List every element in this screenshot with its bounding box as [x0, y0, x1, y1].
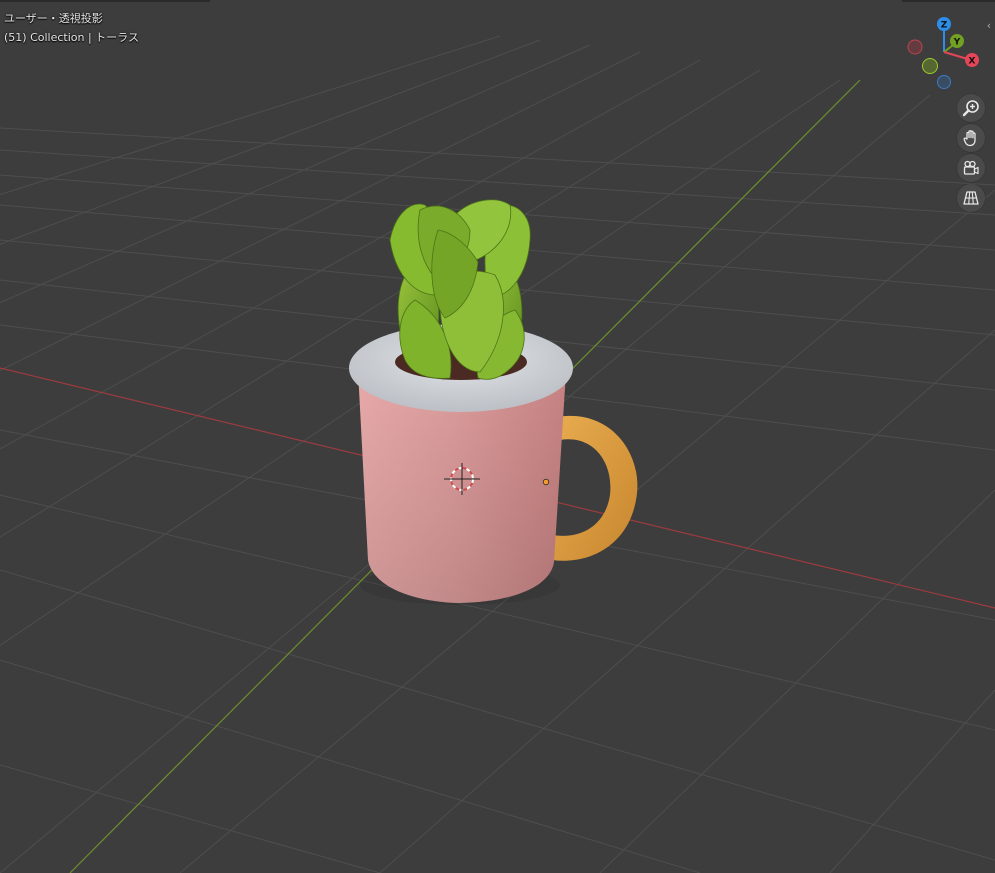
navigation-gizmo[interactable]: Z Y X [905, 14, 985, 94]
gizmo-y-label: Y [953, 38, 961, 48]
camera-view-button[interactable] [957, 154, 985, 182]
3d-viewport[interactable]: ユーザー・透視投影 (51) Collection | トーラス Z Y X ‹ [0, 0, 995, 873]
header-edge-right [902, 0, 995, 2]
hand-icon [963, 130, 976, 147]
gizmo-neg-x[interactable] [907, 39, 923, 55]
succulent-plant[interactable] [389, 199, 531, 380]
sidebar-toggle-button[interactable]: ‹ [983, 16, 995, 36]
zoom-icon [962, 100, 979, 117]
grid-icon [963, 191, 979, 205]
object-origin[interactable] [542, 478, 550, 486]
header-edge [0, 0, 210, 2]
gizmo-z-label: Z [941, 21, 948, 31]
pan-button[interactable] [957, 124, 985, 152]
gizmo-neg-z[interactable] [937, 75, 951, 89]
gizmo-neg-y[interactable] [922, 58, 938, 74]
ortho-toggle-button[interactable] [957, 184, 985, 212]
view-name-label: ユーザー・透視投影 [4, 12, 103, 25]
camera-icon [963, 160, 979, 175]
zoom-button[interactable] [957, 94, 985, 122]
collection-info-label: (51) Collection | トーラス [4, 31, 139, 44]
gizmo-x-label: X [969, 57, 976, 67]
mug-handle[interactable] [552, 415, 638, 561]
scene-canvas[interactable] [0, 0, 995, 873]
